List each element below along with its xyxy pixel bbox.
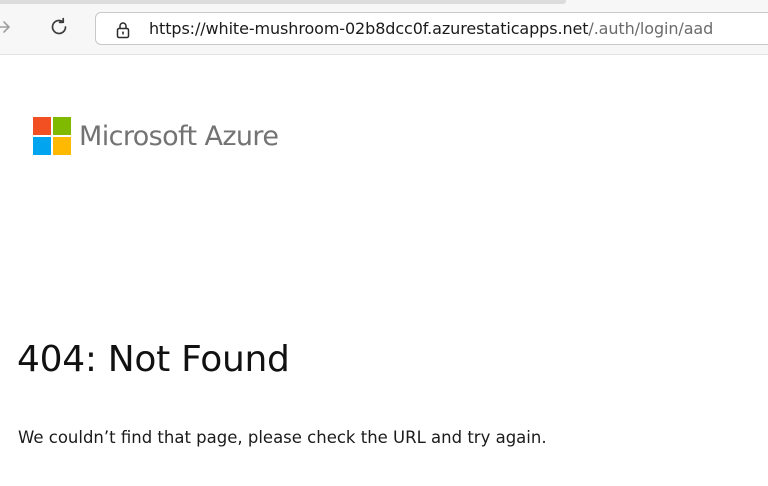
arrow-right-icon: [0, 21, 10, 33]
microsoft-logo-icon: [33, 117, 71, 155]
forward-button[interactable]: [0, 12, 18, 42]
url-path: /.auth/login/aad: [588, 19, 714, 38]
url-text[interactable]: https://white-mushroom-02b8dcc0f.azurest…: [149, 19, 713, 38]
page-title: 404: Not Found: [17, 339, 290, 380]
reload-button[interactable]: [44, 12, 74, 42]
browser-toolbar: https://white-mushroom-02b8dcc0f.azurest…: [0, 0, 768, 55]
brand-name: Microsoft Azure: [79, 120, 279, 152]
tab-strip: [0, 0, 566, 4]
lock-icon[interactable]: [114, 21, 132, 39]
microsoft-azure-logo: Microsoft Azure: [33, 117, 279, 155]
reload-icon: [51, 17, 67, 35]
error-message: We couldn’t find that page, please check…: [18, 428, 547, 447]
url-host: https://white-mushroom-02b8dcc0f.azurest…: [149, 19, 589, 38]
address-bar[interactable]: https://white-mushroom-02b8dcc0f.azurest…: [95, 12, 768, 45]
